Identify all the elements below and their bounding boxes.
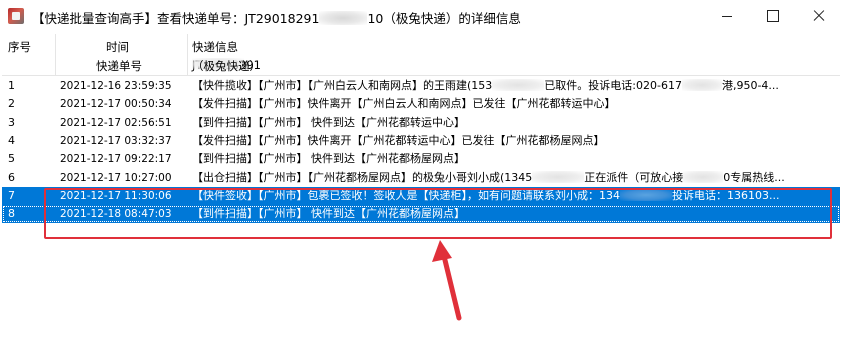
column-header-time-label: 时间 [106,40,129,54]
row-number: 5 [8,152,15,166]
row-info-text: 【出仓扫描】【广州市】【广州花都杨屋网点】的极兔小哥刘小成(1345 [192,170,533,184]
row-time: 2021-12-16 23:59:35 [60,80,172,92]
redacted-area [683,170,724,183]
row-info: 【快件揽收】【广州市】【广州白云人和南网点】的王雨建(153 已取件。投诉电话:0… [192,77,834,95]
table-row[interactable]: 6 2021-12-17 10:27:00 【出仓扫描】【广州市】【广州花都杨屋网点… [2,169,840,187]
row-time: 2021-12-17 03:32:37 [60,134,172,147]
column-header-no[interactable]: 序号 [2,34,56,76]
row-info-text: 【到件扫描】【广州市】 快件到达【广州花都杨屋网点】 [192,152,465,166]
table-row[interactable]: 3 2021-12-17 02:56:51 【到件扫描】【广州市】 快件到达【广州花… [2,114,840,132]
column-header-info[interactable]: 快递信息 JT29018291（极兔快递） [188,34,840,76]
tracking-detail-list[interactable]: 序号 时间 快递单号 快递信息 JT29018291（极兔快递） 1 2021-1… [2,34,840,336]
row-info-text-tail: 0专属热线... [723,170,785,184]
minimize-button[interactable] [704,0,750,32]
close-button[interactable] [796,0,842,32]
row-number: 4 [8,133,15,147]
row-time: 2021-12-17 00:50:34 [60,98,172,111]
courier-name: （极兔快递） [192,59,261,73]
maximize-button[interactable] [750,0,796,32]
table-row[interactable]: 4 2021-12-17 03:32:37 【发件扫描】【广州市】快件离开【广州花都… [2,132,840,150]
redacted-area [319,11,368,25]
row-info: 【到件扫描】【广州市】 快件到达【广州花都杨屋网点】 [192,150,834,168]
row-number: 1 [8,79,15,92]
row-info-text-continued: 正在派件（可放心接 [584,170,684,184]
window-title-prefix: 【快递批量查询高手】查看快递单号：JT29018291 [32,11,320,26]
row-info-text: 【发件扫描】【广州市】快件离开【广州花都转运中心】已发往【广州花都杨屋网点】 [192,133,605,147]
row-number: 6 [8,170,15,184]
row-time: 2021-12-17 09:22:17 [60,153,172,166]
row-number: 3 [8,115,15,129]
table-row[interactable]: 5 2021-12-17 09:22:17 【到件扫描】【广州市】 快件到达【广州花… [2,150,840,168]
row-info: 【到件扫描】【广州市】 快件到达【广州花都转运中心】 [192,114,834,132]
column-header-time[interactable]: 时间 快递单号 [56,34,188,76]
table-row[interactable]: 1 2021-12-16 23:59:35 【快件揽收】【广州市】【广州白云人和南网… [2,77,840,95]
column-header-info-label: 快递信息 [192,40,238,54]
row-info: 【发件扫描】【广州市】快件离开【广州花都转运中心】已发往【广州花都杨屋网点】 [192,132,834,150]
row-info: 【出仓扫描】【广州市】【广州花都杨屋网点】的极兔小哥刘小成(1345 正在派件（可… [192,169,834,187]
row-info-text-tail: 港,950-4... [721,79,779,92]
redacted-area [681,79,722,91]
row-time: 2021-12-17 02:56:51 [60,116,172,129]
row-info-text: 【快件揽收】【广州市】【广州白云人和南网点】的王雨建(153 [192,79,493,92]
table-row[interactable]: 2 2021-12-17 00:50:34 【发件扫描】【广州市】快件离开【广州白云… [2,95,840,113]
column-header-tracking-label: 快递单号 [96,59,142,73]
column-header-no-label: 序号 [8,40,31,54]
row-number: 2 [8,97,15,111]
row-info-text: 【到件扫描】【广州市】 快件到达【广州花都转运中心】 [192,115,465,129]
row-info-text-continued: 已取件。投诉电话:020-617 [544,79,682,92]
row-time: 2021-12-17 10:27:00 [60,171,172,184]
window-title-suffix: 10（极兔快递）的详细信息 [367,11,521,26]
redacted-area [492,79,545,91]
row-info: 【发件扫描】【广州市】快件离开【广州白云人和南网点】已发往【广州花都转运中心】 [192,95,834,113]
window-title: 【快递批量查询高手】查看快递单号：JT29018291 10（极兔快递）的详细信息 [32,8,521,27]
title-bar: 【快递批量查询高手】查看快递单号：JT29018291 10（极兔快递）的详细信息 [0,0,842,32]
redacted-area [532,170,585,183]
row-info-text: 【发件扫描】【广州市】快件离开【广州白云人和南网点】已发往【广州花都转运中心】 [192,97,616,111]
highlight-box [44,188,832,239]
app-icon [8,8,24,24]
list-header: 序号 时间 快递单号 快递信息 JT29018291（极兔快递） [2,34,840,76]
